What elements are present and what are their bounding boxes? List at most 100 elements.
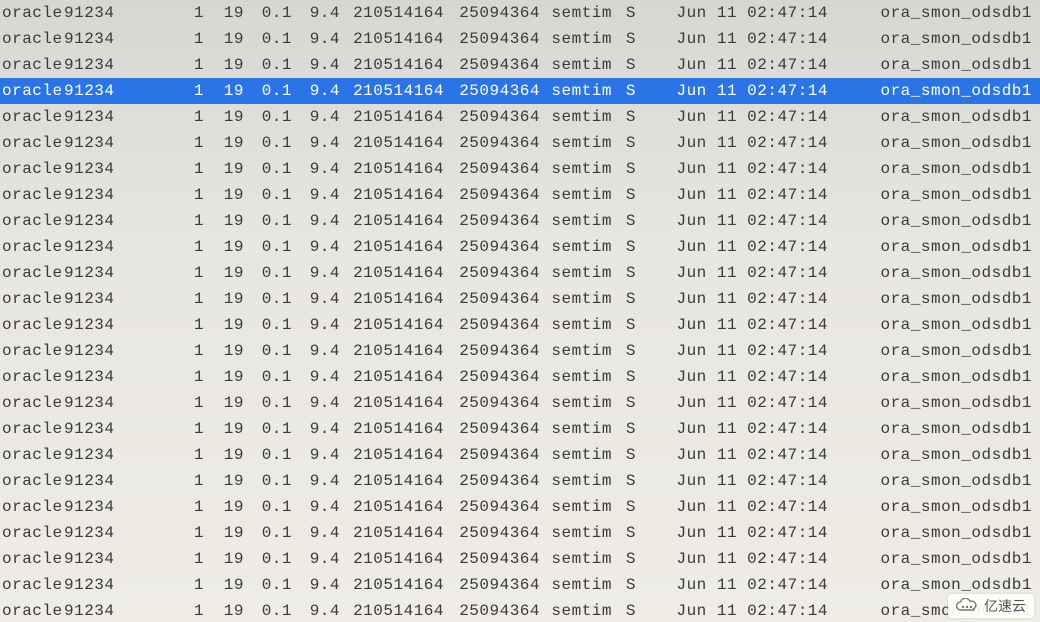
cell-date: Jun 11 02:47:14 <box>636 312 828 338</box>
cell-sem: semtim <box>540 286 612 312</box>
cell-n6: 25094364 <box>444 208 540 234</box>
cell-n5: 210514164 <box>340 494 444 520</box>
cell-n4: 9.4 <box>292 130 340 156</box>
cell-n5: 210514164 <box>340 416 444 442</box>
cell-n4: 9.4 <box>292 546 340 572</box>
process-row[interactable]: oracle912341190.19.421051416425094364sem… <box>0 416 1040 442</box>
process-row[interactable]: oracle912341190.19.421051416425094364sem… <box>0 442 1040 468</box>
cell-sem: semtim <box>540 468 612 494</box>
cell-n5: 210514164 <box>340 572 444 598</box>
cell-date: Jun 11 02:47:14 <box>636 598 828 622</box>
cell-user: oracle <box>2 364 64 390</box>
cell-n5: 210514164 <box>340 286 444 312</box>
cell-n4: 9.4 <box>292 78 340 104</box>
cell-n4: 9.4 <box>292 442 340 468</box>
cell-pid: 91234 <box>64 572 164 598</box>
process-row[interactable]: oracle912341190.19.421051416425094364sem… <box>0 390 1040 416</box>
cell-stat: S <box>612 416 636 442</box>
cell-n3: 0.1 <box>244 52 292 78</box>
cell-cmd: ora_smon_odsdb1 <box>828 104 1040 130</box>
process-row[interactable]: oracle912341190.19.421051416425094364sem… <box>0 286 1040 312</box>
cell-n1: 1 <box>164 286 204 312</box>
cell-sem: semtim <box>540 520 612 546</box>
cell-pid: 91234 <box>64 0 164 26</box>
cell-sem: semtim <box>540 546 612 572</box>
cell-cmd: ora_smon_odsdb1 <box>828 52 1040 78</box>
cell-pid: 91234 <box>64 234 164 260</box>
cell-cmd: ora_smon_odsdb1 <box>828 26 1040 52</box>
cell-sem: semtim <box>540 208 612 234</box>
cell-n6: 25094364 <box>444 182 540 208</box>
cell-user: oracle <box>2 572 64 598</box>
cell-user: oracle <box>2 286 64 312</box>
process-row[interactable]: oracle912341190.19.421051416425094364sem… <box>0 364 1040 390</box>
process-row[interactable]: oracle912341190.19.421051416425094364sem… <box>0 546 1040 572</box>
cell-date: Jun 11 02:47:14 <box>636 0 828 26</box>
cell-cmd: ora_smon_odsdb1 <box>828 312 1040 338</box>
cell-stat: S <box>612 468 636 494</box>
cell-n1: 1 <box>164 182 204 208</box>
cell-stat: S <box>612 130 636 156</box>
cell-cmd: ora_smon_odsdb1 <box>828 390 1040 416</box>
cell-n1: 1 <box>164 390 204 416</box>
cell-n5: 210514164 <box>340 390 444 416</box>
process-row[interactable]: oracle912341190.19.421051416425094364sem… <box>0 104 1040 130</box>
process-row[interactable]: oracle912341190.19.421051416425094364sem… <box>0 26 1040 52</box>
cell-sem: semtim <box>540 338 612 364</box>
process-row[interactable]: oracle912341190.19.421051416425094364sem… <box>0 572 1040 598</box>
cell-n3: 0.1 <box>244 520 292 546</box>
cell-stat: S <box>612 182 636 208</box>
cell-n3: 0.1 <box>244 26 292 52</box>
cell-stat: S <box>612 312 636 338</box>
cell-pid: 91234 <box>64 78 164 104</box>
cell-n1: 1 <box>164 338 204 364</box>
process-row[interactable]: oracle912341190.19.421051416425094364sem… <box>0 182 1040 208</box>
process-row[interactable]: oracle912341190.19.421051416425094364sem… <box>0 130 1040 156</box>
cell-n4: 9.4 <box>292 468 340 494</box>
cell-n3: 0.1 <box>244 78 292 104</box>
cell-sem: semtim <box>540 390 612 416</box>
process-row[interactable]: oracle912341190.19.421051416425094364sem… <box>0 78 1040 104</box>
process-row[interactable]: oracle912341190.19.421051416425094364sem… <box>0 208 1040 234</box>
cell-n1: 1 <box>164 364 204 390</box>
process-row[interactable]: oracle912341190.19.421051416425094364sem… <box>0 598 1040 622</box>
cell-user: oracle <box>2 546 64 572</box>
cell-n3: 0.1 <box>244 234 292 260</box>
cell-sem: semtim <box>540 26 612 52</box>
cell-n1: 1 <box>164 208 204 234</box>
process-row[interactable]: oracle912341190.19.421051416425094364sem… <box>0 260 1040 286</box>
process-row[interactable]: oracle912341190.19.421051416425094364sem… <box>0 468 1040 494</box>
cell-n4: 9.4 <box>292 0 340 26</box>
process-row[interactable]: oracle912341190.19.421051416425094364sem… <box>0 312 1040 338</box>
cell-pid: 91234 <box>64 442 164 468</box>
cell-n4: 9.4 <box>292 182 340 208</box>
cell-n6: 25094364 <box>444 52 540 78</box>
cell-n6: 25094364 <box>444 546 540 572</box>
cell-pid: 91234 <box>64 520 164 546</box>
cell-n5: 210514164 <box>340 312 444 338</box>
cell-sem: semtim <box>540 494 612 520</box>
cell-n6: 25094364 <box>444 598 540 622</box>
process-row[interactable]: oracle912341190.19.421051416425094364sem… <box>0 234 1040 260</box>
cell-n1: 1 <box>164 520 204 546</box>
process-row[interactable]: oracle912341190.19.421051416425094364sem… <box>0 0 1040 26</box>
cell-sem: semtim <box>540 364 612 390</box>
cell-n6: 25094364 <box>444 468 540 494</box>
process-row[interactable]: oracle912341190.19.421051416425094364sem… <box>0 52 1040 78</box>
cell-pid: 91234 <box>64 286 164 312</box>
cell-n3: 0.1 <box>244 156 292 182</box>
cell-n2: 19 <box>204 546 244 572</box>
cell-n2: 19 <box>204 208 244 234</box>
cell-n4: 9.4 <box>292 26 340 52</box>
process-row[interactable]: oracle912341190.19.421051416425094364sem… <box>0 494 1040 520</box>
process-row[interactable]: oracle912341190.19.421051416425094364sem… <box>0 156 1040 182</box>
cell-n2: 19 <box>204 156 244 182</box>
process-list[interactable]: oracle912341190.19.421051416425094364sem… <box>0 0 1040 622</box>
process-row[interactable]: oracle912341190.19.421051416425094364sem… <box>0 520 1040 546</box>
cell-n2: 19 <box>204 494 244 520</box>
cell-n3: 0.1 <box>244 338 292 364</box>
cell-user: oracle <box>2 338 64 364</box>
cell-n5: 210514164 <box>340 520 444 546</box>
process-row[interactable]: oracle912341190.19.421051416425094364sem… <box>0 338 1040 364</box>
cell-n1: 1 <box>164 26 204 52</box>
